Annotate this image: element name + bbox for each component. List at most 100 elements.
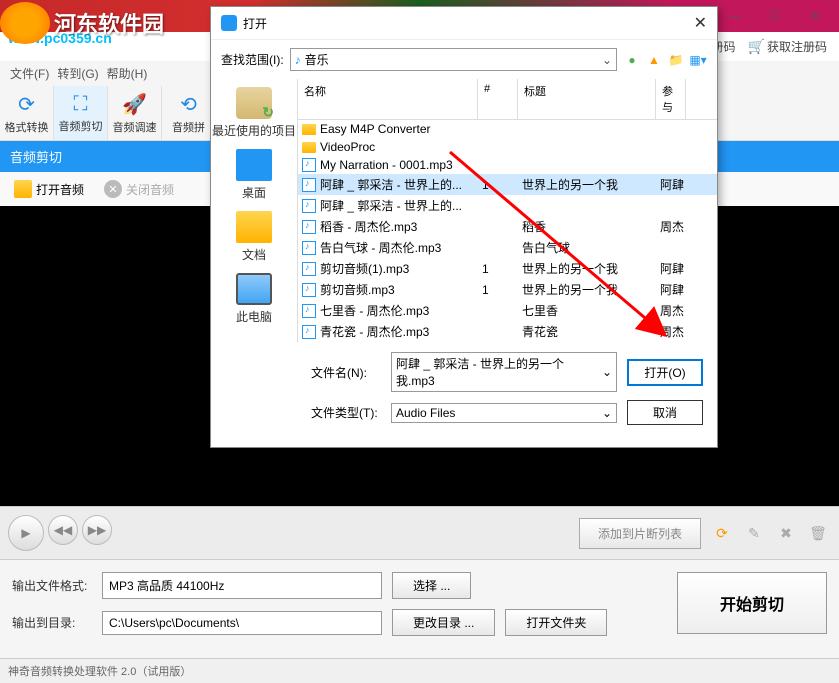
file-name: 剪切音频.mp3 bbox=[320, 281, 482, 298]
change-dir-button[interactable]: 更改目录 ... bbox=[392, 609, 495, 636]
open-audio-label: 打开音频 bbox=[36, 181, 84, 198]
next-button[interactable]: ▶▶ bbox=[82, 515, 112, 545]
music-icon: ♪ bbox=[295, 53, 301, 67]
menu-goto[interactable]: 转到(G) bbox=[57, 65, 98, 82]
get-reg-label: 获取注册码 bbox=[767, 38, 827, 55]
file-row[interactable]: 阿肆 _ 郭采洁 - 世界上的...1世界上的另一个我阿肆 bbox=[298, 174, 717, 195]
audio-file-icon bbox=[302, 283, 316, 297]
sidebar-desktop[interactable]: 桌面 bbox=[236, 149, 272, 201]
toolbar-音频拼[interactable]: ⟲音频拼 bbox=[162, 86, 216, 140]
close-audio-button[interactable]: ✕关闭音频 bbox=[98, 178, 180, 200]
choose-format-button[interactable]: 选择 ... bbox=[392, 572, 471, 599]
col-name[interactable]: 名称 bbox=[298, 79, 478, 119]
toolbar-格式转换[interactable]: ⟳格式转换 bbox=[0, 86, 54, 140]
window-close-button[interactable]: ✕ bbox=[795, 2, 835, 30]
up-icon[interactable]: ▲ bbox=[645, 51, 663, 69]
reload-icon[interactable]: ⟳ bbox=[709, 520, 735, 546]
file-name: 青花瓷 - 周杰伦.mp3 bbox=[320, 323, 482, 340]
prev-button[interactable]: ◀◀ bbox=[48, 515, 78, 545]
sidebar-docs[interactable]: 文档 bbox=[236, 211, 272, 263]
file-row[interactable]: 青花瓷 - 周杰伦.mp3青花瓷周杰 bbox=[298, 321, 717, 342]
trash-icon[interactable]: 🗑 bbox=[805, 520, 831, 546]
dialog-sidebar: 最近使用的项目桌面文档此电脑 bbox=[211, 79, 297, 342]
watermark: 河东软件园 bbox=[0, 2, 164, 44]
play-button[interactable]: ▶ bbox=[8, 515, 44, 551]
dialog-close-button[interactable]: ✕ bbox=[694, 13, 707, 33]
file-title: 七里香 bbox=[522, 302, 660, 319]
col-number[interactable]: # bbox=[478, 79, 518, 119]
file-row[interactable]: 告白气球 - 周杰伦.mp3告白气球 bbox=[298, 237, 717, 258]
look-in-row: 查找范围(I): ♪ 音乐 ⌄ ● ▲ 📁 ▦▾ bbox=[211, 40, 717, 79]
file-row[interactable]: 稻香 - 周杰伦.mp3稻香周杰 bbox=[298, 216, 717, 237]
file-title: 稻香 bbox=[522, 218, 660, 235]
look-in-combo[interactable]: ♪ 音乐 ⌄ bbox=[290, 48, 617, 71]
open-audio-button[interactable]: 打开音频 bbox=[8, 178, 90, 200]
file-row[interactable]: Easy M4P Converter bbox=[298, 120, 717, 138]
file-row[interactable]: My Narration - 0001.mp3 bbox=[298, 156, 717, 174]
file-num: 1 bbox=[482, 262, 522, 276]
chevron-down-icon: ⌄ bbox=[602, 365, 612, 379]
menu-help[interactable]: 帮助(H) bbox=[107, 65, 148, 82]
cancel-button[interactable]: 取消 bbox=[627, 400, 703, 425]
desktop-icon bbox=[236, 149, 272, 181]
menu-file[interactable]: 文件(F) bbox=[10, 65, 49, 82]
dialog-body: 最近使用的项目桌面文档此电脑 名称 # 标题 参与 Easy M4P Conve… bbox=[211, 79, 717, 342]
output-format-field[interactable]: MP3 高品质 44100Hz bbox=[102, 572, 382, 599]
file-title: 世界上的另一个我 bbox=[522, 260, 660, 277]
filetype-combo[interactable]: Audio Files⌄ bbox=[391, 403, 617, 423]
sidebar-recent[interactable]: 最近使用的项目 bbox=[212, 87, 296, 139]
file-name: My Narration - 0001.mp3 bbox=[320, 158, 482, 172]
audio-file-icon bbox=[302, 262, 316, 276]
file-row[interactable]: 阿肆 _ 郭采洁 - 世界上的... bbox=[298, 195, 717, 216]
status-bar: 神奇音频转换处理软件 2.0（试用版） bbox=[0, 658, 839, 683]
file-list-header: 名称 # 标题 参与 bbox=[298, 79, 717, 120]
sidebar-label: 此电脑 bbox=[236, 308, 272, 325]
add-segment-button[interactable]: 添加到片断列表 bbox=[579, 518, 701, 549]
toolbar-icon: 🚀 bbox=[122, 92, 147, 117]
filename-value: 阿肆 _ 郭采洁 - 世界上的另一个我.mp3 bbox=[396, 355, 602, 389]
audio-file-icon bbox=[302, 178, 316, 192]
file-row[interactable]: 剪切音频(1).mp31世界上的另一个我阿肆 bbox=[298, 258, 717, 279]
open-folder-button[interactable]: 打开文件夹 bbox=[505, 609, 607, 636]
new-folder-icon[interactable]: 📁 bbox=[667, 51, 685, 69]
open-button[interactable]: 打开(O) bbox=[627, 359, 703, 386]
col-title[interactable]: 标题 bbox=[518, 79, 656, 119]
output-dir-field[interactable]: C:\Users\pc\Documents\ bbox=[102, 611, 382, 635]
view-icon[interactable]: ▦▾ bbox=[689, 51, 707, 69]
back-icon[interactable]: ● bbox=[623, 51, 641, 69]
output-dir-label: 输出到目录: bbox=[12, 614, 92, 631]
folder-icon bbox=[302, 142, 316, 153]
file-list[interactable]: Easy M4P Converter VideoProc My Narration … bbox=[298, 120, 717, 342]
toolbar-音频剪切[interactable]: ⛶音频剪切 bbox=[54, 86, 108, 140]
output-panel: 输出文件格式: MP3 高品质 44100Hz 选择 ... 输出到目录: C:… bbox=[0, 560, 839, 658]
get-reg-code-button[interactable]: 🛒获取注册码 bbox=[744, 36, 831, 57]
output-left: 输出文件格式: MP3 高品质 44100Hz 选择 ... 输出到目录: C:… bbox=[12, 572, 657, 646]
filename-input[interactable]: 阿肆 _ 郭采洁 - 世界上的另一个我.mp3⌄ bbox=[391, 352, 617, 392]
look-in-value: 音乐 bbox=[305, 51, 329, 68]
edit-icon[interactable]: ✎ bbox=[741, 520, 767, 546]
file-row[interactable]: VideoProc bbox=[298, 138, 717, 156]
output-format-label: 输出文件格式: bbox=[12, 577, 92, 594]
dialog-app-icon bbox=[221, 15, 237, 31]
toolbar-音频调速[interactable]: 🚀音频调速 bbox=[108, 86, 162, 140]
toolbar-icon: ⟲ bbox=[180, 92, 197, 117]
window-min-button[interactable]: — bbox=[715, 2, 755, 30]
delete-icon[interactable]: ✖ bbox=[773, 520, 799, 546]
file-title: 世界上的另一个我 bbox=[522, 176, 660, 193]
audio-file-icon bbox=[302, 158, 316, 172]
audio-file-icon bbox=[302, 325, 316, 339]
file-row[interactable]: 剪切音频.mp31世界上的另一个我阿肆 bbox=[298, 279, 717, 300]
toolbar-icon: ⟳ bbox=[18, 92, 35, 117]
file-title: 世界上的另一个我 bbox=[522, 281, 660, 298]
sidebar-pc[interactable]: 此电脑 bbox=[236, 273, 272, 325]
sidebar-label: 文档 bbox=[242, 246, 266, 263]
sidebar-label: 最近使用的项目 bbox=[212, 122, 296, 139]
folder-icon bbox=[302, 124, 316, 135]
file-name: Easy M4P Converter bbox=[320, 122, 482, 136]
start-cut-button[interactable]: 开始剪切 bbox=[677, 572, 827, 634]
chevron-down-icon: ⌄ bbox=[602, 406, 612, 420]
dialog-titlebar: 打开 ✕ bbox=[211, 7, 717, 40]
col-extra[interactable]: 参与 bbox=[656, 79, 686, 119]
file-row[interactable]: 七里香 - 周杰伦.mp3七里香周杰 bbox=[298, 300, 717, 321]
window-max-button[interactable]: ☐ bbox=[755, 2, 795, 30]
